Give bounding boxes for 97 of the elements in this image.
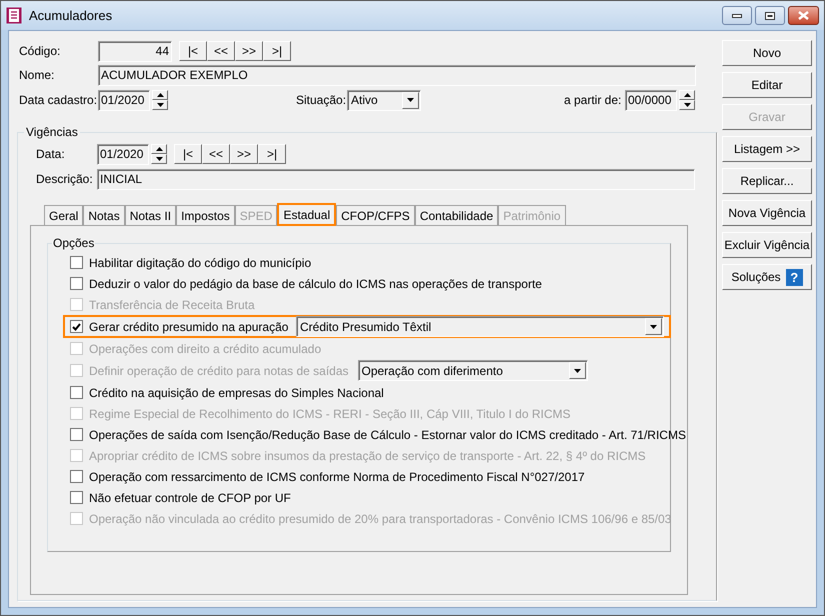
button-label: Listagem >> [734,141,800,158]
option-label: Operação não vinculada ao crédito presumido de 20% para transportadoras - Convênio ICMS 106/96 e 85/03 [89,510,672,528]
caret-up-icon [684,93,690,97]
option-label: Operação com ressarcimento de ICMS conforme Norma de Procedimento Fiscal N°027/2017 [89,468,585,486]
action-button[interactable]: Replicar... [722,168,812,194]
help-icon: ? [786,268,803,286]
action-button[interactable]: Listagem >> [722,136,812,162]
option-label: Não efetuar controle de CFOP por UF [89,490,291,506]
minimize-icon [732,14,742,18]
description-field[interactable]: INICIAL [97,168,695,190]
record-nav-button[interactable]: << [207,41,235,61]
record-nav-button[interactable]: |< [174,144,202,164]
action-button[interactable]: Novo [722,40,812,66]
close-icon [798,11,809,20]
caret-down-icon [156,103,164,107]
dropdown[interactable]: Ativo [347,90,421,110]
option-label: Transferência de Receita Bruta [89,296,255,314]
action-button[interactable]: Soluções ? [722,264,812,290]
button-label: Replicar... [740,173,794,190]
dropdown[interactable]: Crédito Presumido Têxtil [296,316,664,337]
record-nav-button[interactable]: << [202,144,230,164]
field-label: Nome: [19,67,56,84]
document-icon [6,7,22,24]
caret-down-icon [574,368,580,372]
option-label: Habilitar digitação do código do município [89,254,312,272]
caret-down-icon [650,324,657,328]
date-field[interactable]: 01/2020 [97,144,149,164]
record-nav-button[interactable]: >> [230,144,258,164]
spin-down-button[interactable] [679,100,695,110]
field-label: Situação: [296,92,347,109]
restore-icon [765,12,775,20]
spin-up-button[interactable] [679,90,695,100]
dropdown-value: Operação com diferimento [360,362,504,380]
date-field[interactable]: 00/0000 [625,90,677,110]
record-nav-button[interactable]: >> [235,41,263,61]
option-label: Regime Especial de Recolhimento do ICMS - RERI - Seção III, Cáp VIII, Titulo I do RICMS [89,406,571,422]
spin-down-button[interactable] [151,154,167,164]
tab[interactable]: CFOP/CFPS [336,205,415,225]
maximize-button[interactable] [755,6,785,25]
spin-up-button[interactable] [152,90,168,100]
option-label: Crédito na aquisição de empresas do Simples Nacional [89,384,384,402]
option-label: Apropriar crédito de ICMS sobre insumos da prestação de serviço de transporte - Art. 22, § 4º do RICMS [89,448,646,464]
option-label: Gerar crédito presumido na apuração [89,318,288,336]
tab[interactable]: Impostos [176,205,235,225]
button-label: Soluções [731,269,781,286]
option-label: Operações de saída com Isenção/Redução Base de Cálculo - Estornar valor do ICMS creditado - Art. 71/RICMS [89,426,686,444]
button-label: Editar [751,77,783,94]
checkbox[interactable] [70,428,83,441]
field-label: Data: [36,146,66,163]
checkbox[interactable] [70,277,83,290]
button-label: Novo [752,45,781,62]
caret-down-icon [156,157,162,161]
checkmark-icon [72,322,81,330]
action-button[interactable]: Nova Vigência [722,200,812,226]
checkbox[interactable] [70,470,83,483]
dropdown-arrow-button[interactable] [402,92,419,108]
checkbox[interactable] [70,491,83,504]
caret-down-icon [684,103,690,107]
action-button[interactable]: Excluir Vigência [722,232,812,258]
dropdown-arrow-button[interactable] [645,318,662,335]
field-label: a partir de: [564,92,622,109]
code-field[interactable]: 44 [98,40,172,62]
spin-down-button[interactable] [152,100,168,110]
date-field[interactable]: 01/2020 [98,90,150,110]
record-nav-button[interactable]: >| [258,144,286,164]
tab[interactable]: Estadual [277,203,336,226]
checkbox[interactable] [70,256,83,269]
button-label: Nova Vigência [728,205,806,222]
tab[interactable]: Notas [83,205,125,225]
caret-up-icon [156,93,164,97]
caret-down-icon [407,98,414,102]
minimize-button[interactable] [722,6,752,25]
group-title: Opções [52,235,96,252]
field-label: Código: [19,43,62,60]
window-title: Acumuladores [29,6,112,25]
option-label: Definir operação de crédito para notas de saídas [89,362,348,380]
tab[interactable]: Geral [44,205,84,225]
checkbox[interactable] [70,386,83,399]
dropdown-value: Ativo [350,92,379,109]
button-label: Gravar [748,109,786,126]
close-button[interactable] [788,6,819,25]
caret-up-icon [156,147,162,151]
checkbox[interactable] [70,320,83,333]
action-button[interactable]: Editar [722,72,812,98]
option-label: Deduzir o valor do pedágio da base de cálculo do ICMS nas operações de transporte [89,276,542,292]
tab[interactable]: Notas II [124,205,176,225]
spin-up-button[interactable] [151,144,167,154]
dropdown-value: Crédito Presumido Têxtil [299,318,432,336]
record-nav-button[interactable]: |< [179,41,207,61]
tab[interactable]: Contabilidade [414,205,498,225]
option-label: Operações com direito a crédito acumulado [89,340,322,358]
button-label: Excluir Vigência [724,237,810,254]
record-nav-button[interactable]: >| [263,41,291,61]
field-label: Descrição: [36,171,94,188]
field-label: Data cadastro: [19,92,98,109]
group-title: Vigências [25,124,79,141]
name-field[interactable]: ACUMULADOR EXEMPLO [98,64,696,86]
